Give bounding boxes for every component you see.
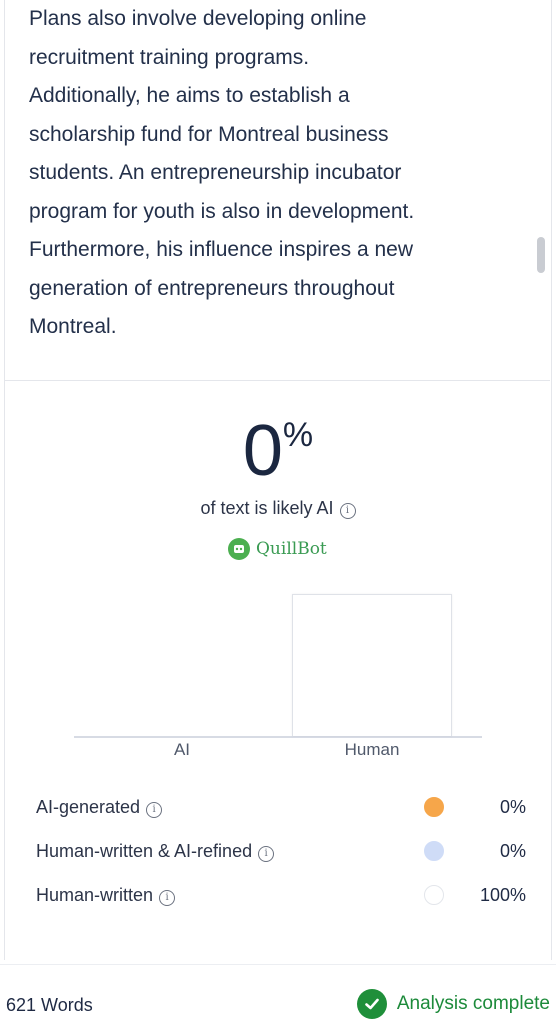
- ai-likely-caption: of text is likely AI i: [0, 498, 556, 519]
- info-icon[interactable]: i: [258, 845, 275, 862]
- legend-label: AI-generated: [36, 796, 141, 817]
- info-icon[interactable]: i: [159, 889, 176, 906]
- article-line: program for youth is also in development…: [29, 199, 415, 223]
- word-count: 621 Words: [6, 995, 93, 1015]
- article-line: Plans also involve developing online: [29, 7, 367, 30]
- article-line: recruitment training programs.: [29, 45, 310, 69]
- legend-label-wrap: AI-generated i: [36, 797, 424, 818]
- check-icon: [356, 989, 387, 1019]
- legend-label-wrap: Human-written & AI-refined i: [36, 841, 424, 862]
- info-icon[interactable]: i: [339, 503, 356, 519]
- legend-row: Human-written i 100%: [36, 880, 526, 910]
- article-line: Additionally, he aims to establish a: [29, 84, 350, 107]
- article-line: scholarship fund for Montreal business: [29, 122, 389, 146]
- legend-row: Human-written & AI-refined i 0%: [36, 836, 526, 866]
- article-line: Furthermore, his influence inspires a ne…: [29, 238, 414, 261]
- article-line: generation of entrepreneurs throughout: [29, 276, 395, 300]
- quillbot-logo-icon: [228, 538, 250, 560]
- ai-score-value: 0: [242, 411, 283, 491]
- status-text: Analysis complete: [396, 993, 550, 1014]
- legend-value: 0%: [499, 796, 526, 817]
- chart-category-label: Human: [344, 740, 400, 759]
- chart-bar-human: [292, 594, 452, 736]
- chart-category-label: AI: [173, 740, 191, 759]
- section-divider: [4, 380, 550, 381]
- legend-row: AI-generated i 0%: [36, 792, 526, 822]
- legend-color-dot: [424, 885, 444, 905]
- article-text: Plans also involve developing online rec…: [29, 0, 499, 347]
- scrollbar-thumb[interactable]: [537, 237, 545, 273]
- article-line: Montreal.: [29, 315, 117, 338]
- footer-bar: 621 Words Analysis complete: [0, 964, 556, 1025]
- caption-text: of text is likely AI: [200, 498, 334, 518]
- legend-value: 0%: [499, 840, 526, 861]
- legend-color-dot: [424, 797, 444, 817]
- legend-label: Human-written & AI-refined: [36, 840, 253, 861]
- analysis-status: Analysis complete: [356, 989, 550, 1019]
- article-line: students. An entrepreneurship incubator: [29, 161, 402, 184]
- brand-name: QuillBot: [256, 539, 327, 559]
- legend-color-dot: [424, 841, 444, 861]
- legend-value: 100%: [479, 884, 526, 905]
- legend-label: Human-written: [36, 884, 154, 905]
- info-icon[interactable]: i: [146, 801, 163, 818]
- legend-label-wrap: Human-written i: [36, 885, 424, 906]
- quillbot-brand: QuillBot: [228, 538, 327, 560]
- ai-score: 0%: [0, 410, 556, 492]
- ai-human-bar-chart: AI Human: [74, 594, 482, 764]
- chart-baseline: [74, 736, 482, 738]
- percent-sign: %: [282, 416, 314, 454]
